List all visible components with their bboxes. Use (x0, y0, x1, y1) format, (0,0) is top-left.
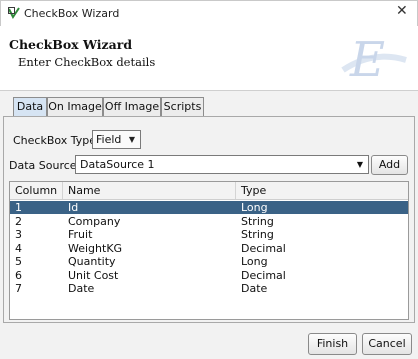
chevron-down-icon[interactable]: ▼ (353, 156, 367, 173)
svg-text:E: E (349, 32, 385, 86)
row-column-cell: 4 (15, 241, 22, 255)
row-name-cell: Company (68, 214, 121, 228)
finish-button[interactable]: Finish (308, 333, 357, 355)
table-row[interactable]: 5 Quantity Long (10, 255, 408, 268)
column-header-type[interactable]: Type (236, 182, 407, 199)
wizard-subtitle: Enter CheckBox details (18, 55, 156, 69)
table-row[interactable]: 7 Date Date (10, 282, 408, 295)
cancel-button[interactable]: Cancel (362, 333, 412, 355)
table-row[interactable]: 2 Company String (10, 215, 408, 228)
columns-table: Column Name Type 1 Id Long 2 Company String 3 F… (9, 181, 409, 320)
row-name-cell: Fruit (68, 228, 93, 241)
checkbox-type-label: CheckBox Type: (13, 134, 100, 147)
app-icon (8, 7, 20, 19)
row-column-cell: 3 (15, 228, 22, 241)
tab-scripts[interactable]: Scripts (161, 97, 204, 116)
row-column-cell: 1 (15, 201, 22, 214)
column-header-name[interactable]: Name (63, 182, 236, 199)
chevron-down-icon[interactable]: ▼ (125, 131, 139, 148)
row-name-cell: WeightKG (68, 241, 123, 255)
row-type-cell: Long (241, 255, 268, 268)
table-row[interactable]: 4 WeightKG Decimal (10, 242, 408, 255)
row-column-cell: 5 (15, 255, 22, 268)
wizard-title: CheckBox Wizard (9, 37, 133, 52)
row-type-cell: Date (241, 282, 268, 295)
row-column-cell: 6 (15, 268, 22, 282)
row-type-cell: Long (241, 201, 268, 214)
row-name-cell: Date (68, 282, 95, 295)
table-row[interactable]: 6 Unit Cost Decimal (10, 269, 408, 282)
add-button[interactable]: Add (371, 155, 408, 175)
tab-off-image[interactable]: Off Image (103, 97, 161, 116)
row-column-cell: 7 (15, 282, 22, 295)
column-header-column[interactable]: Column (10, 182, 63, 199)
wizard-logo-icon: E (341, 32, 407, 86)
row-type-cell: String (241, 228, 274, 241)
row-type-cell: Decimal (241, 241, 286, 255)
data-source-label: Data Source: (9, 159, 81, 172)
tab-on-image[interactable]: On Image (47, 97, 103, 116)
close-icon[interactable]: ✕ (396, 4, 408, 18)
row-type-cell: String (241, 214, 274, 228)
table-row[interactable]: 1 Id Long (10, 201, 408, 214)
row-name-cell: Quantity (68, 255, 116, 268)
row-name-cell: Unit Cost (68, 268, 119, 282)
tab-data[interactable]: Data (13, 97, 47, 116)
row-column-cell: 2 (15, 214, 22, 228)
checkbox-type-value: Field (96, 133, 122, 146)
row-name-cell: Id (68, 201, 79, 214)
table-header: Column Name Type (10, 182, 408, 200)
data-source-value: DataSource 1 (80, 158, 155, 171)
table-row[interactable]: 3 Fruit String (10, 228, 408, 241)
window-title: CheckBox Wizard (24, 7, 120, 20)
row-type-cell: Decimal (241, 268, 286, 282)
